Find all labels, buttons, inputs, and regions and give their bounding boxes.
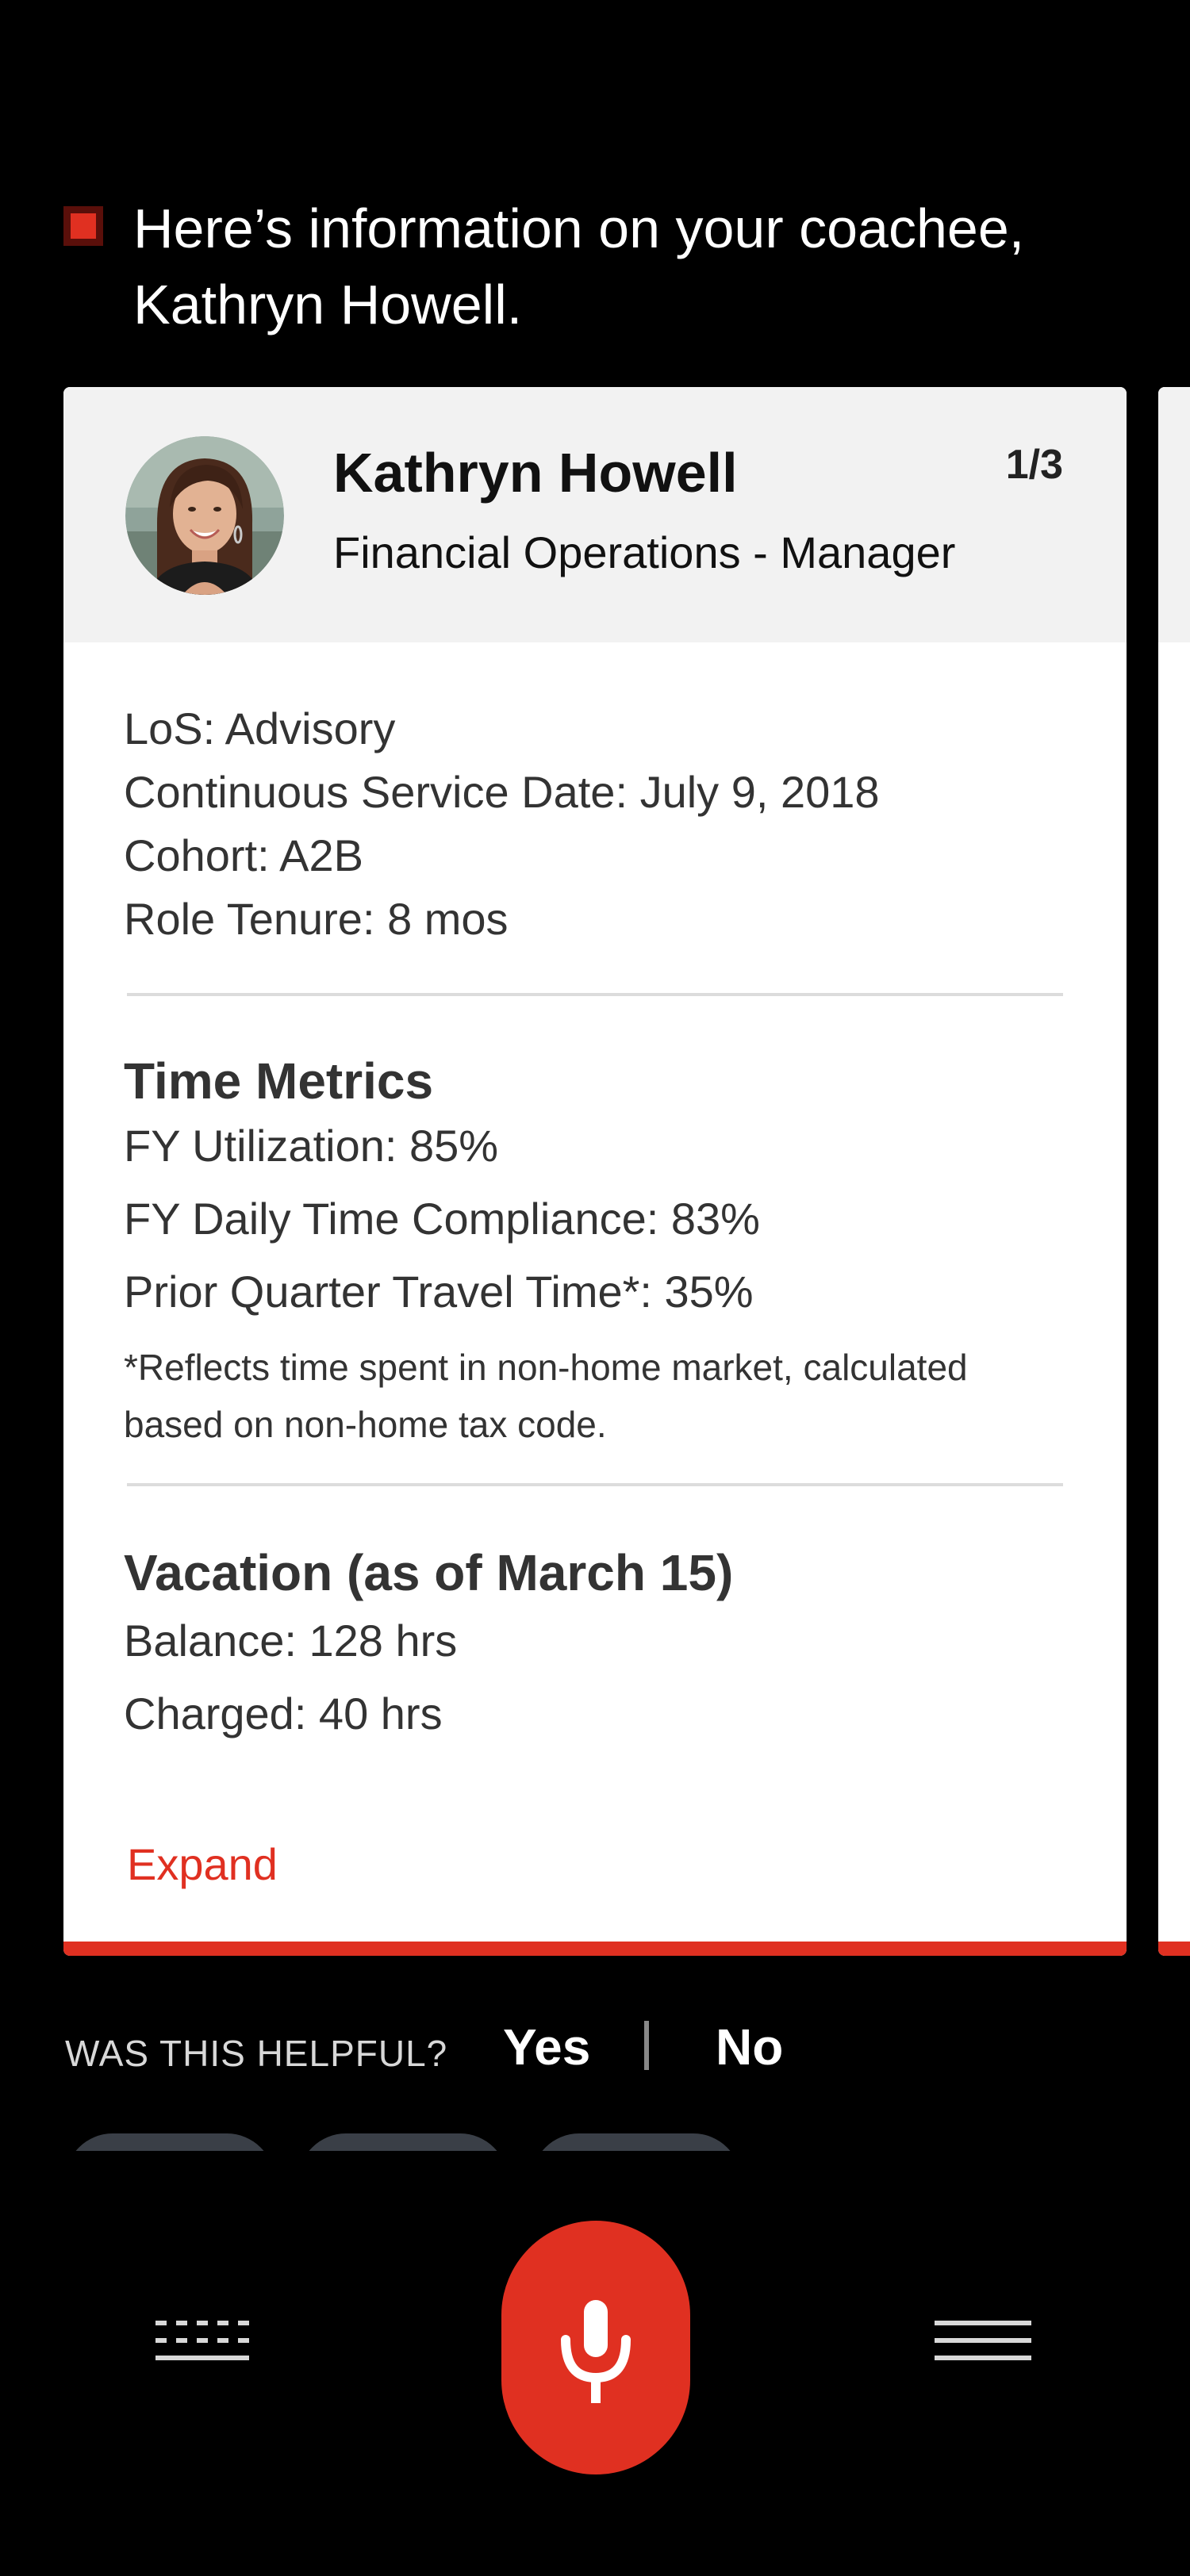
metric-line: Prior Quarter Travel Time*: 35% [124, 1267, 754, 1317]
time-metrics-title: Time Metrics [124, 1052, 434, 1110]
microphone-button[interactable] [501, 2221, 690, 2474]
bottom-bar [0, 2205, 1190, 2576]
keyboard-button[interactable] [155, 2321, 251, 2365]
card-accent-bar [63, 1942, 1127, 1956]
card-counter: 1/3 [1005, 442, 1063, 488]
detail-line: LoS: Advisory [124, 703, 396, 753]
metrics-footnote: *Reflects time spent in non-home market,… [124, 1347, 968, 1445]
divider [127, 1483, 1063, 1486]
assistant-message-text: Here’s information on your coachee, Kath… [133, 197, 1025, 335]
suggestion-chips [65, 2133, 1128, 2151]
keyboard-icon [155, 2321, 249, 2360]
suggestion-chip[interactable] [532, 2133, 741, 2151]
assistant-bullet-icon [63, 206, 103, 246]
menu-icon [935, 2321, 1031, 2360]
next-card-peek[interactable] [1158, 387, 1190, 1956]
expand-link[interactable]: Expand [127, 1838, 278, 1890]
coachee-role: Financial Operations - Manager [333, 527, 956, 577]
metric-line: FY Utilization: 85% [124, 1121, 499, 1171]
vacation-title: Vacation (as of March 15) [124, 1544, 734, 1601]
detail-line: Role Tenure: 8 mos [124, 894, 509, 944]
feedback-yes-button[interactable]: Yes [503, 2018, 590, 2076]
feedback-row: WAS THIS HELPFUL? Yes No [65, 2014, 1096, 2078]
feedback-no-button[interactable]: No [716, 2018, 783, 2076]
suggestion-chip[interactable] [298, 2133, 508, 2151]
card-header: Kathryn Howell Financial Operations - Ma… [63, 387, 1127, 642]
avatar [125, 436, 284, 595]
feedback-separator [644, 2021, 649, 2070]
metric-line: FY Daily Time Compliance: 83% [124, 1194, 760, 1244]
menu-button[interactable] [935, 2321, 1033, 2365]
coachee-card[interactable]: Kathryn Howell Financial Operations - Ma… [63, 387, 1127, 1956]
microphone-icon [561, 2300, 631, 2403]
feedback-question: WAS THIS HELPFUL? [65, 2033, 448, 2074]
detail-line: Cohort: A2B [124, 830, 363, 880]
detail-line: Continuous Service Date: July 9, 2018 [124, 767, 880, 817]
next-card-header [1158, 387, 1190, 642]
vacation-line: Charged: 40 hrs [124, 1689, 443, 1738]
next-card-accent-bar [1158, 1942, 1190, 1956]
vacation-line: Balance: 128 hrs [124, 1616, 458, 1666]
coachee-name: Kathryn Howell [333, 442, 738, 504]
avatar-photo [125, 436, 284, 595]
suggestion-chip[interactable] [65, 2133, 274, 2151]
divider [127, 993, 1063, 996]
